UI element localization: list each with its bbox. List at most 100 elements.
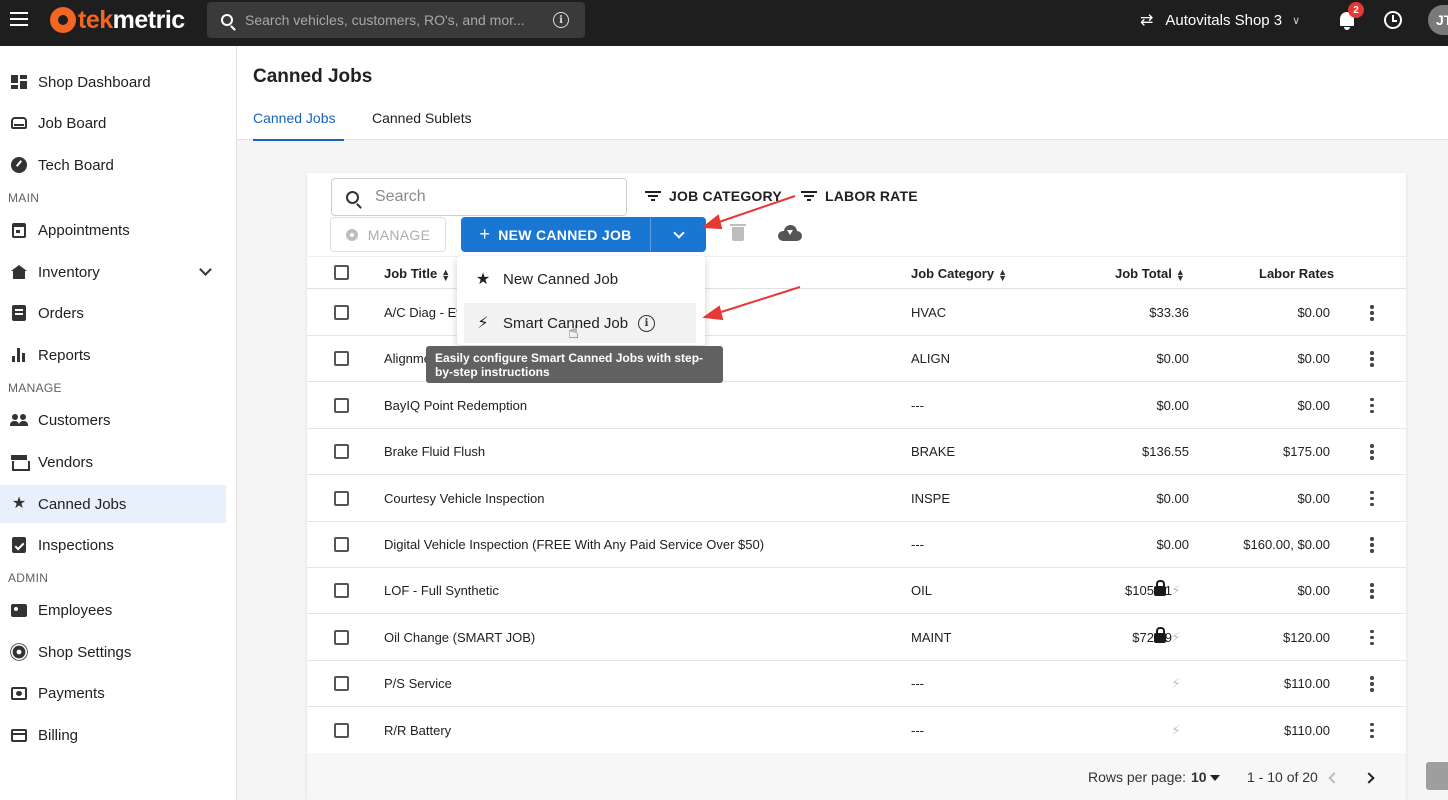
select-all-checkbox[interactable] <box>334 265 349 280</box>
chevron-down-icon[interactable] <box>199 263 212 276</box>
job-total: $0.00 <box>1067 351 1189 366</box>
more-vert-icon[interactable] <box>1370 397 1374 414</box>
menu-icon[interactable] <box>10 12 28 26</box>
row-checkbox[interactable] <box>334 583 349 599</box>
caret-down-icon[interactable] <box>1210 775 1220 781</box>
clock-icon[interactable] <box>1384 11 1402 29</box>
row-checkbox[interactable] <box>334 351 349 367</box>
notification-badge: 2 <box>1348 2 1364 18</box>
tab-label: Canned Sublets <box>372 110 472 126</box>
tab-canned-sublets[interactable]: Canned Sublets <box>372 110 472 140</box>
menu-item-new-canned-job[interactable]: ★ New Canned Job <box>457 259 705 299</box>
job-total-value: $0.00 <box>1156 490 1189 506</box>
sidebar-item-shop-settings[interactable]: Shop Settings <box>0 633 226 671</box>
more-vert-icon[interactable] <box>1370 722 1374 739</box>
scrollbar-handle[interactable] <box>1426 762 1448 790</box>
star-icon: ★ <box>475 271 491 288</box>
sidebar-item-canned-jobs[interactable]: ★ Canned Jobs <box>0 485 226 523</box>
logo-text-metric: metric <box>112 5 186 34</box>
chevron-right-icon[interactable] <box>1363 772 1375 784</box>
job-title: LOF - Full Synthetic <box>384 583 499 599</box>
sidebar-item-employees[interactable]: Employees <box>0 591 226 629</box>
row-checkbox[interactable] <box>334 722 349 738</box>
shop-selector[interactable]: ⇄ Autovitals Shop 3 ∨ <box>1140 8 1300 32</box>
sort-icon: ▲ ▼ <box>441 266 451 283</box>
sidebar-item-payments[interactable]: Payments <box>0 674 226 712</box>
row-checkbox[interactable] <box>334 490 349 506</box>
sidebar-item-appointments[interactable]: Appointments <box>0 211 226 249</box>
sidebar-item-inspections[interactable]: Inspections <box>0 526 226 564</box>
sidebar-item-label: Inspections <box>38 536 114 554</box>
row-checkbox[interactable] <box>334 537 349 552</box>
sidebar-item-reports[interactable]: Reports <box>0 336 226 374</box>
info-icon[interactable]: i <box>638 314 656 332</box>
info-icon[interactable]: i <box>553 12 569 28</box>
user-avatar[interactable]: JT <box>1428 5 1448 35</box>
more-vert-icon[interactable] <box>1370 351 1374 367</box>
lock-icon <box>1154 626 1166 643</box>
cloud-download-icon[interactable] <box>778 225 802 241</box>
row-checkbox[interactable] <box>334 676 349 692</box>
sidebar-item-billing[interactable]: Billing <box>0 716 226 754</box>
more-vert-icon[interactable] <box>1370 583 1374 599</box>
column-job-title[interactable]: Job Title ▲ ▼ <box>384 266 451 283</box>
row-checkbox[interactable] <box>334 397 349 413</box>
column-job-total[interactable]: Job Total ▲ ▼ <box>1115 266 1185 282</box>
more-vert-icon[interactable] <box>1370 444 1374 460</box>
more-vert-icon[interactable] <box>1370 537 1374 553</box>
job-total: $33.36 <box>1067 305 1189 320</box>
more-vert-icon[interactable] <box>1370 305 1374 321</box>
sidebar-item-vendors[interactable]: Vendors <box>0 443 226 481</box>
sidebar-item-orders[interactable]: Orders <box>0 294 226 332</box>
row-checkbox[interactable] <box>334 305 349 320</box>
table-row[interactable]: LOF - Full Synthetic OIL $105.01 ⚡︎ $0.00 <box>307 568 1406 615</box>
table-pagination: Rows per page: 10 1 - 10 of 20 <box>307 753 1406 800</box>
sidebar-item-inventory[interactable]: Inventory <box>0 253 226 291</box>
job-category-filter[interactable]: JOB CATEGORY <box>645 188 782 204</box>
new-canned-job-button[interactable]: + NEW CANNED JOB <box>461 217 650 252</box>
search-input[interactable] <box>375 188 595 206</box>
page-header: Canned Jobs Canned Jobs Canned Sublets <box>237 46 1448 141</box>
new-canned-job-dropdown-button[interactable] <box>650 217 706 252</box>
sidebar-item-customers[interactable]: Customers <box>0 401 226 439</box>
job-total: $0.00 <box>1067 491 1189 506</box>
new-canned-job-menu: ★ New Canned Job ⚡︎ Smart Canned Job i <box>457 256 705 345</box>
chevron-left-icon[interactable] <box>1328 772 1340 784</box>
page-title: Canned Jobs <box>253 66 373 87</box>
column-job-category[interactable]: Job Category ▲ ▼ <box>911 266 1007 282</box>
notifications-bell-icon[interactable]: 2 <box>1338 2 1364 32</box>
table-row[interactable]: Courtesy Vehicle Inspection INSPE $0.00 $0.… <box>307 476 1406 522</box>
row-checkbox[interactable] <box>334 444 349 460</box>
tab-canned-jobs[interactable]: Canned Jobs <box>253 110 344 141</box>
table-row[interactable]: Oil Change (SMART JOB) MAINT $72.99 ⚡︎ $120.… <box>307 615 1406 661</box>
labor-rates: $175.00 <box>1283 444 1330 460</box>
table-row[interactable]: Brake Fluid Flush BRAKE $136.55 $175.00 <box>307 429 1406 476</box>
sidebar-item-job-board[interactable]: Job Board <box>0 104 226 142</box>
table-row[interactable]: Digital Vehicle Inspection (FREE With An… <box>307 522 1406 568</box>
more-vert-icon[interactable] <box>1370 629 1374 646</box>
chevron-down-icon: ∨ <box>1292 14 1301 27</box>
labor-rates: $110.00 <box>1283 722 1330 738</box>
labor-rate-filter[interactable]: LABOR RATE <box>801 188 918 204</box>
rows-per-page-select[interactable]: 10 <box>1191 769 1207 785</box>
payments-icon <box>11 686 27 700</box>
row-checkbox[interactable] <box>334 629 349 645</box>
column-label: Job Category <box>911 266 995 281</box>
more-vert-icon[interactable] <box>1370 490 1374 507</box>
manage-button[interactable]: MANAGE <box>330 217 446 252</box>
labor-rates: $0.00 <box>1297 397 1330 413</box>
global-search-input[interactable] <box>245 12 545 28</box>
job-total-value: $0.00 <box>1156 351 1189 367</box>
delete-icon[interactable] <box>730 224 746 241</box>
sidebar-item-tech-board[interactable]: Tech Board <box>0 146 226 184</box>
table-row[interactable]: P/S Service --- ⚡︎ $110.00 <box>307 661 1406 708</box>
tekmetric-logo[interactable]: tekmetric <box>50 5 185 35</box>
table-row[interactable]: BayIQ Point Redemption --- $0.00 $0.00 <box>307 383 1406 429</box>
bolt-icon: ⚡︎ <box>477 315 489 332</box>
section-label-main: MAIN <box>8 191 40 205</box>
menu-item-smart-canned-job[interactable]: ⚡︎ Smart Canned Job i <box>464 303 696 343</box>
more-vert-icon[interactable] <box>1370 676 1374 692</box>
table-row[interactable]: R/R Battery --- ⚡︎ $110.00 <box>307 708 1406 754</box>
sidebar-item-label: Job Board <box>38 114 107 132</box>
sidebar-item-shop-dashboard[interactable]: Shop Dashboard <box>0 63 226 101</box>
